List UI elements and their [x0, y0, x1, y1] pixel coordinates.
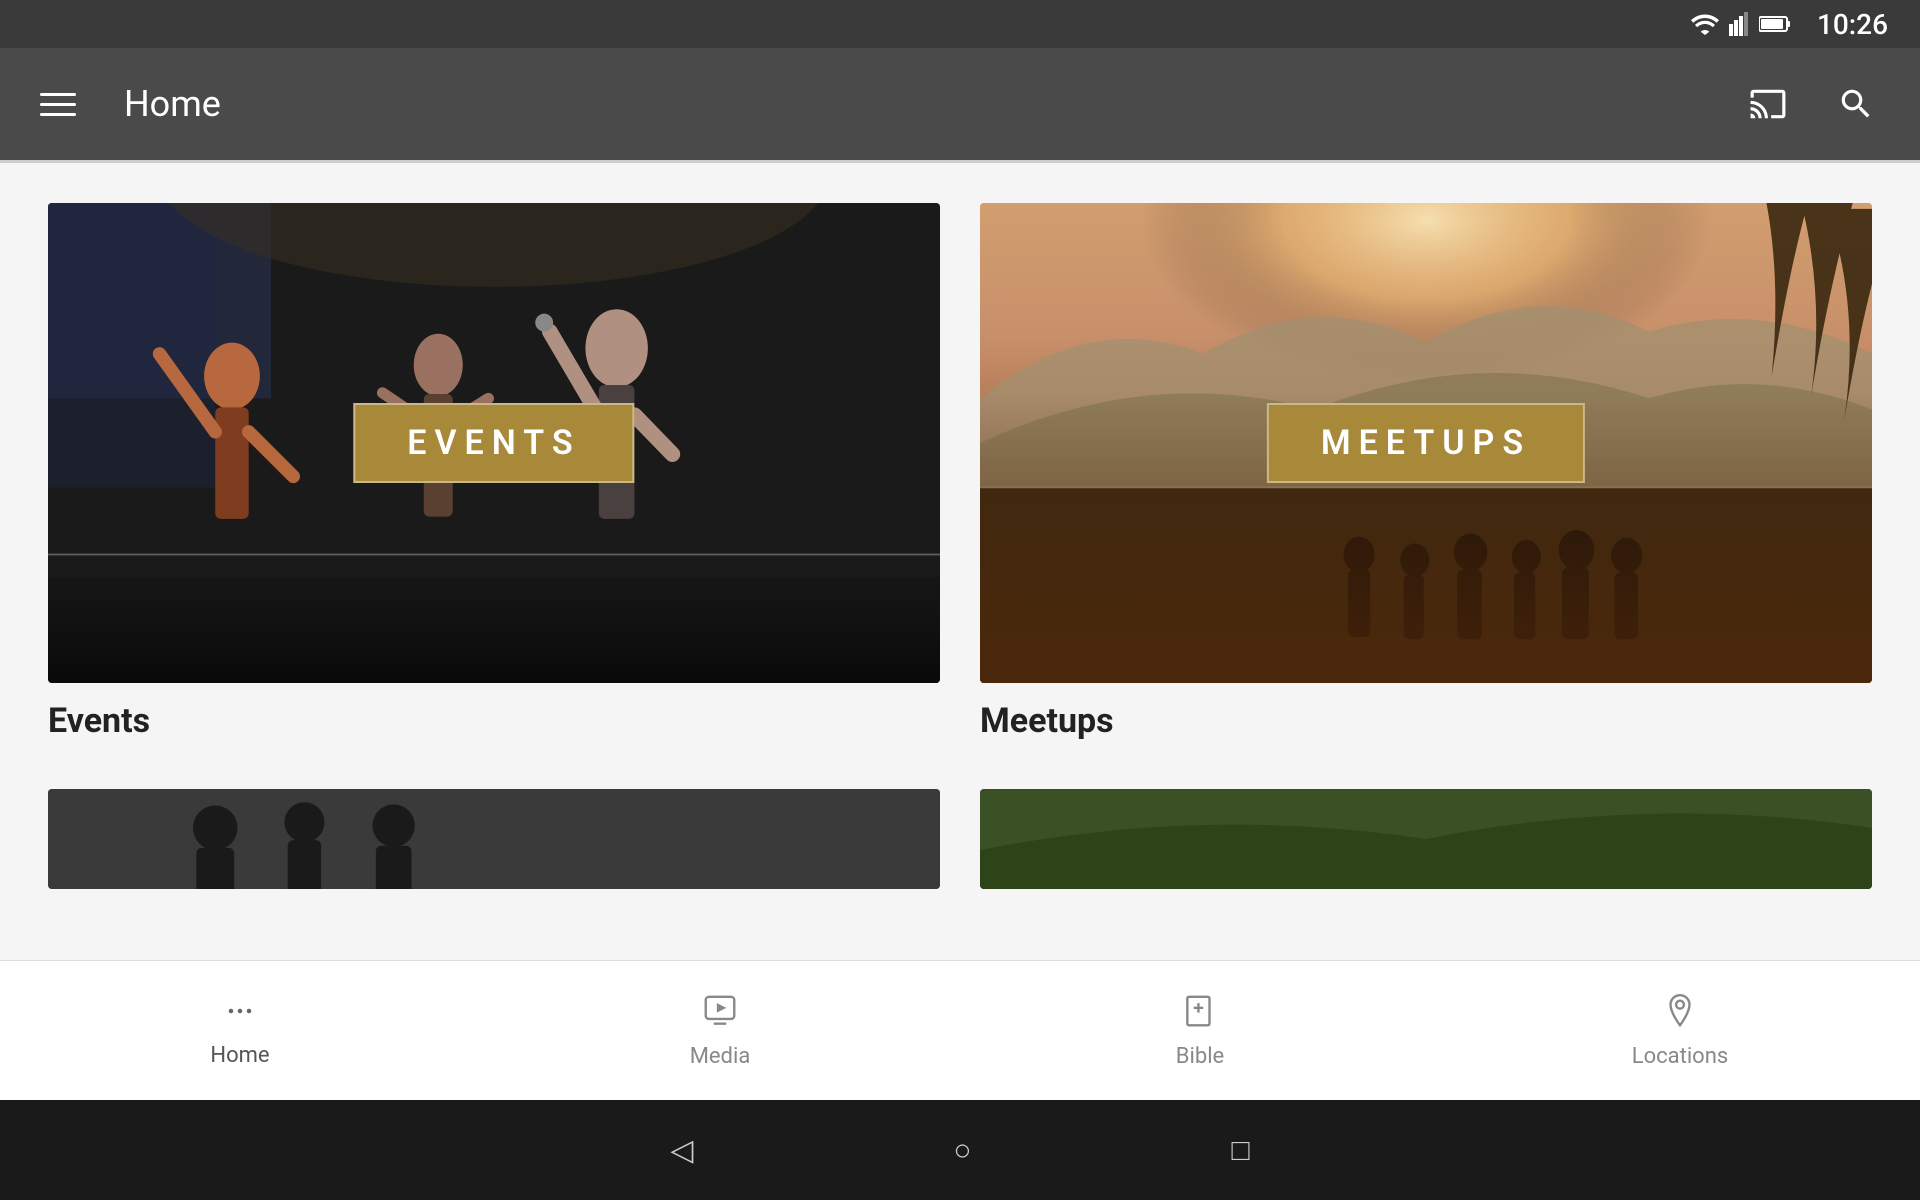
- status-time: 10:26: [1817, 8, 1888, 41]
- meetups-label-overlay: MEETUPS: [1267, 403, 1585, 483]
- nav-item-locations[interactable]: Locations: [1440, 961, 1920, 1100]
- nav-item-home[interactable]: Home: [0, 961, 480, 1100]
- status-bar: 10:26: [0, 0, 1920, 48]
- media-nav-label: Media: [690, 1044, 751, 1069]
- main-content: EVENTS Events: [0, 163, 1920, 960]
- events-label-overlay: EVENTS: [353, 403, 634, 483]
- home-nav-icon: [222, 993, 258, 1035]
- battery-icon: [1759, 15, 1791, 33]
- locations-nav-label: Locations: [1632, 1044, 1728, 1069]
- bottom-nav: Home Media Bible: [0, 960, 1920, 1100]
- search-button[interactable]: [1832, 80, 1880, 128]
- locations-nav-icon: [1661, 992, 1699, 1036]
- status-icons: 10:26: [1691, 8, 1888, 41]
- meetups-card-image-wrapper: MEETUPS: [980, 203, 1872, 683]
- recents-button[interactable]: □: [1232, 1133, 1250, 1168]
- hamburger-menu-button[interactable]: [40, 93, 76, 116]
- wifi-icon: [1691, 13, 1719, 35]
- events-label: EVENTS: [353, 403, 634, 483]
- cast-button[interactable]: [1744, 80, 1792, 128]
- home-button[interactable]: ○: [953, 1133, 971, 1168]
- media-nav-icon: [701, 992, 739, 1036]
- card-4[interactable]: [980, 789, 1872, 889]
- meetups-card-title: Meetups: [980, 701, 1872, 741]
- events-card-image-wrapper: EVENTS: [48, 203, 940, 683]
- bible-nav-label: Bible: [1176, 1044, 1224, 1069]
- bible-nav-icon: [1181, 992, 1219, 1036]
- android-nav-bar: ◁ ○ □: [0, 1100, 1920, 1200]
- cards-row-2: [48, 789, 1872, 889]
- cards-row: EVENTS Events: [48, 203, 1872, 741]
- meetups-label: MEETUPS: [1267, 403, 1585, 483]
- events-card-title: Events: [48, 701, 940, 741]
- card-3[interactable]: [48, 789, 940, 889]
- events-card[interactable]: EVENTS Events: [48, 203, 940, 741]
- nav-item-media[interactable]: Media: [480, 961, 960, 1100]
- app-title: Home: [124, 83, 1744, 125]
- signal-icon: [1729, 12, 1749, 36]
- home-nav-label: Home: [210, 1043, 269, 1068]
- nav-item-bible[interactable]: Bible: [960, 961, 1440, 1100]
- app-bar: Home: [0, 48, 1920, 160]
- back-button[interactable]: ◁: [670, 1133, 693, 1168]
- app-bar-actions: [1744, 80, 1880, 128]
- meetups-card[interactable]: MEETUPS Meetups: [980, 203, 1872, 741]
